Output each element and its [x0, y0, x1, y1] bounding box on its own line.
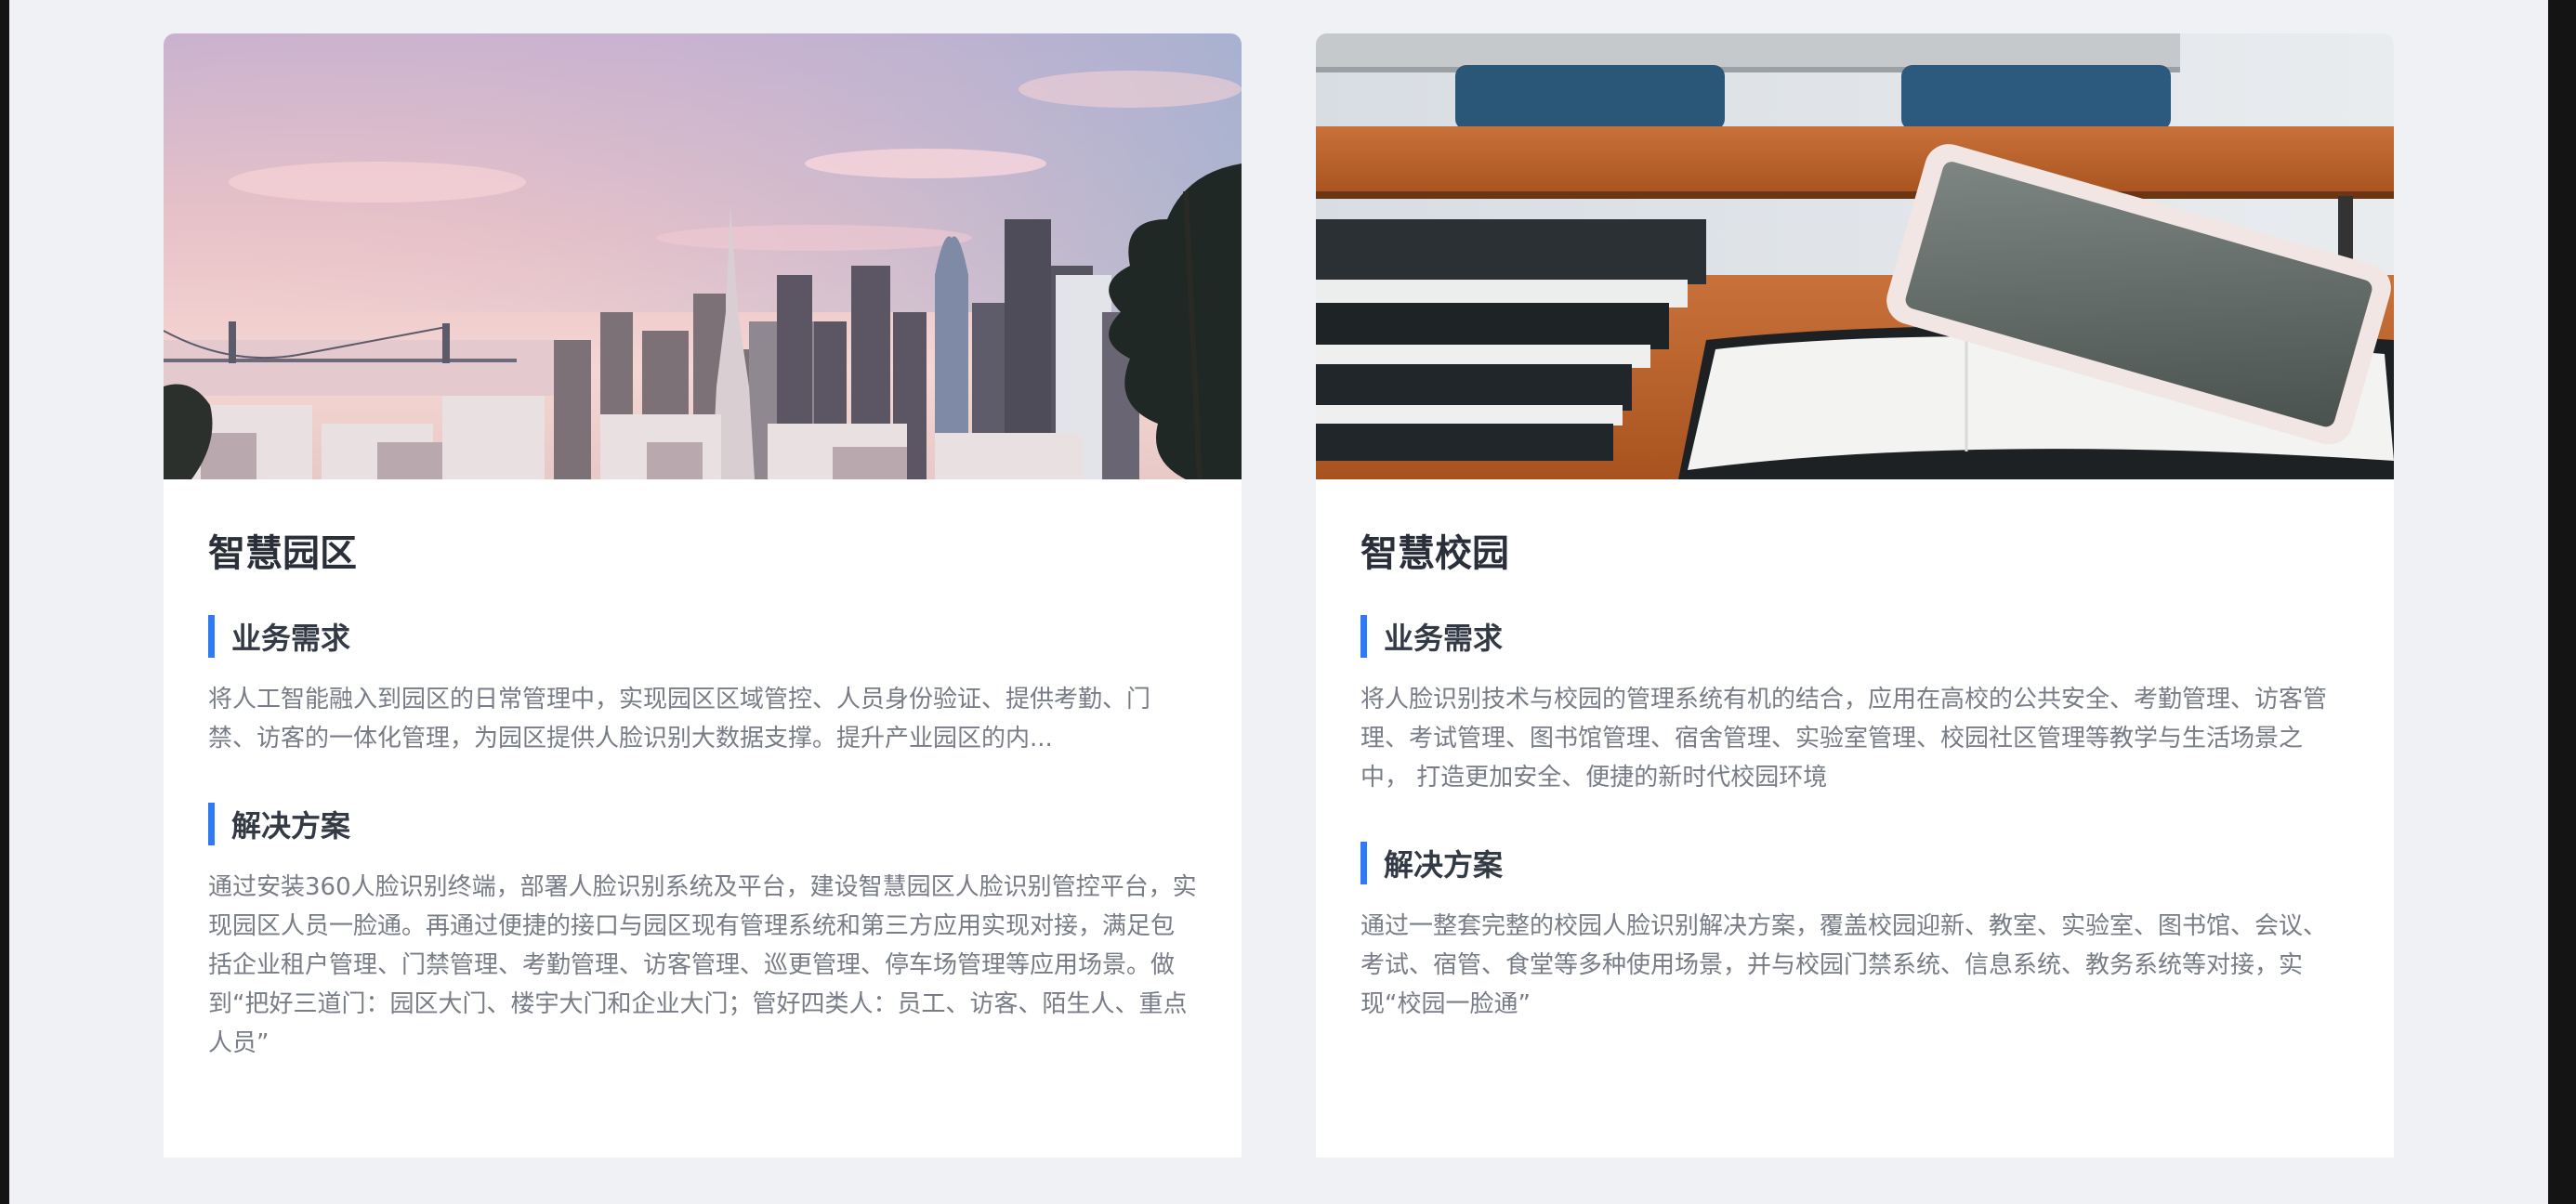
- solution-card-smart-park[interactable]: 智慧园区 业务需求 将人工智能融入到园区的日常管理中，实现园区区域管控、人员身份…: [164, 33, 1242, 1158]
- section-heading-requirement: 业务需求: [1360, 615, 2349, 658]
- card-title: 智慧园区: [208, 532, 357, 575]
- section-accent-bar: [208, 615, 215, 658]
- section-heading-solution: 解决方案: [1360, 842, 2349, 884]
- section-label: 解决方案: [1384, 847, 1504, 883]
- section-accent-bar: [208, 803, 215, 845]
- card-title: 智慧校园: [1360, 532, 1509, 575]
- section-heading-requirement: 业务需求: [208, 615, 1197, 658]
- right-edge: [2548, 0, 2576, 1204]
- section-label: 解决方案: [231, 808, 351, 844]
- city-skyline-image: [164, 33, 1242, 479]
- requirement-text: 将人工智能融入到园区的日常管理中，实现园区区域管控、人员身份验证、提供考勤、门禁…: [208, 686, 1151, 752]
- books-tablet-image: [1316, 33, 2394, 479]
- section-heading-solution: 解决方案: [208, 803, 1197, 845]
- section-label: 业务需求: [1384, 621, 1504, 656]
- section-accent-bar: [1360, 615, 1367, 658]
- solution-text: 通过一整套完整的校园人脸识别解决方案，覆盖校园迎新、教室、实验室、图书馆、会议、…: [1360, 912, 2328, 1018]
- solution-text: 通过安装360人脸识别终端，部署人脸识别系统及平台，建设智慧园区人脸识别管控平台…: [208, 873, 1197, 1057]
- solution-card-smart-campus[interactable]: 智慧校园 业务需求 将人脸识别技术与校园的管理系统有机的结合，应用在高校的公共安…: [1316, 33, 2394, 1158]
- left-edge: [0, 0, 9, 1204]
- requirement-text: 将人脸识别技术与校园的管理系统有机的结合，应用在高校的公共安全、考勤管理、访客管…: [1360, 686, 2328, 792]
- section-accent-bar: [1360, 842, 1367, 884]
- section-label: 业务需求: [231, 621, 351, 656]
